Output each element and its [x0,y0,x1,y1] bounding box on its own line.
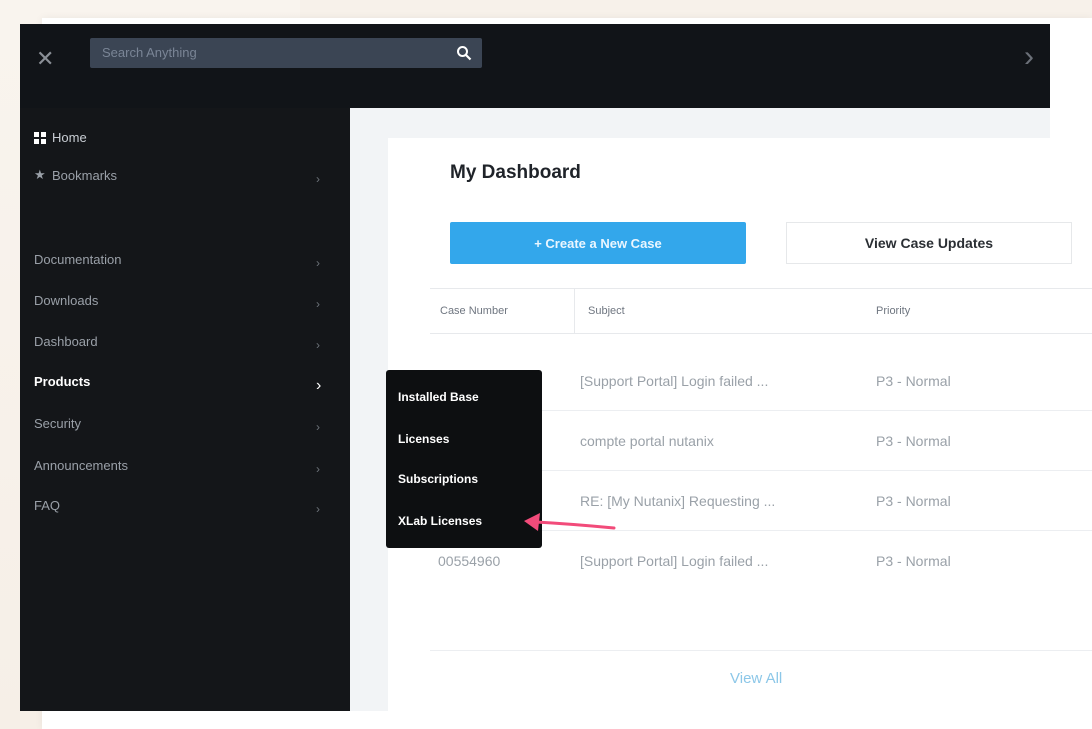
close-icon[interactable]: ✕ [36,48,54,70]
priority-cell: P3 - Normal [876,373,951,389]
column-divider [574,289,575,333]
divider [430,650,1092,651]
sidebar-item-announcements[interactable]: Announcements [34,458,128,473]
submenu-item-licenses[interactable]: Licenses [398,432,449,446]
chevron-right-icon: › [316,256,320,270]
chevron-right-icon: › [316,502,320,516]
sidebar-item-downloads[interactable]: Downloads [34,293,98,308]
column-header-subject[interactable]: Subject [588,305,625,317]
chevron-right-icon: › [316,172,320,186]
search-icon[interactable] [456,45,472,61]
submenu-item-xlab-licenses[interactable]: XLab Licenses [398,514,482,528]
column-header-priority[interactable]: Priority [876,305,910,317]
subject-cell: [Support Portal] Login failed ... [580,373,769,389]
sidebar-item-dashboard[interactable]: Dashboard [34,334,98,349]
subject-cell: compte portal nutanix [580,433,714,449]
page-title: My Dashboard [450,162,581,183]
grid-icon [34,132,46,144]
sidebar-item-faq[interactable]: FAQ [34,498,60,513]
chevron-right-icon: › [316,420,320,434]
pointer-arrow-icon [524,513,616,531]
priority-cell: P3 - Normal [876,553,951,569]
sidebar-item-products[interactable]: Products [34,374,90,389]
chevron-right-icon: › [316,297,320,311]
priority-cell: P3 - Normal [876,493,951,509]
star-icon: ★ [34,167,46,182]
create-new-case-button[interactable]: + Create a New Case [450,222,746,264]
subject-cell: [Support Portal] Login failed ... [580,553,769,569]
submenu-item-subscriptions[interactable]: Subscriptions [398,472,478,486]
sidebar-item-home[interactable]: Home [52,130,87,145]
search-placeholder: Search Anything [102,45,197,60]
chevron-right-icon: › [316,377,322,394]
priority-cell: P3 - Normal [876,433,951,449]
case-number-cell: 00554960 [438,553,501,569]
view-case-updates-button[interactable]: View Case Updates [786,222,1072,264]
products-submenu: Installed Base Licenses Subscriptions XL… [386,370,542,548]
view-all-link[interactable]: View All [730,670,782,687]
column-header-case-number[interactable]: Case Number [440,305,508,317]
sidebar-item-security[interactable]: Security [34,416,81,431]
sidebar-item-documentation[interactable]: Documentation [34,252,121,267]
chevron-right-icon: › [316,462,320,476]
sidebar-item-bookmarks[interactable]: Bookmarks [52,168,117,183]
chevron-right-icon[interactable]: › [1024,40,1034,74]
search-input[interactable]: Search Anything [90,38,482,68]
submenu-item-installed-base[interactable]: Installed Base [398,390,479,404]
sidebar [20,108,350,711]
table-header: Case Number Subject Priority [430,288,1092,334]
chevron-right-icon: › [316,338,320,352]
